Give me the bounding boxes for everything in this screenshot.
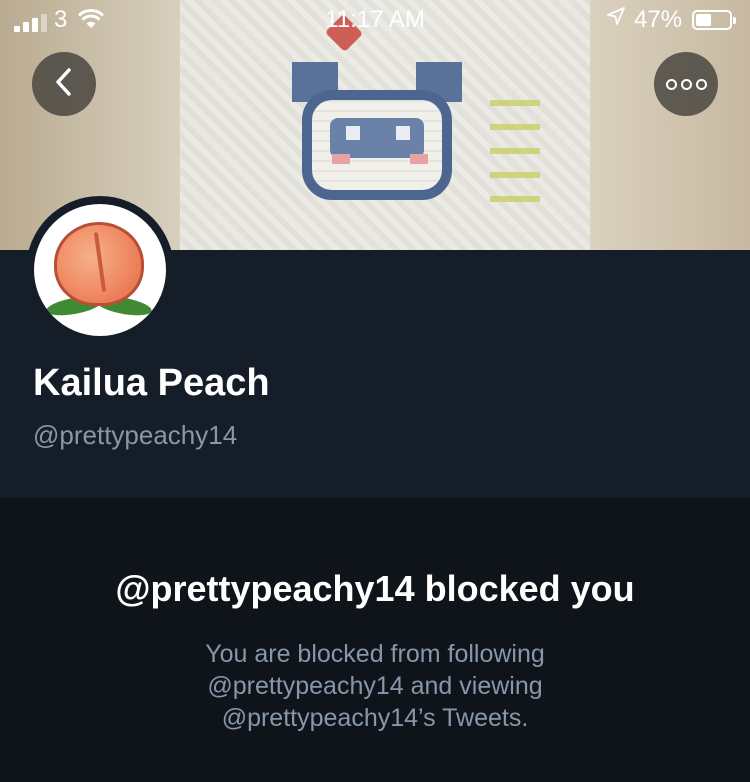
blocked-description-line: @prettypeachy14 and viewing	[207, 672, 543, 700]
status-bar: 3 11:17 AM 47%	[0, 0, 750, 40]
chevron-left-icon	[53, 67, 75, 102]
blocked-description-line: @prettypeachy14’s Tweets.	[221, 704, 529, 732]
more-horizontal-icon	[665, 78, 707, 90]
back-button[interactable]	[32, 52, 96, 116]
battery-icon	[692, 10, 736, 30]
banner-stitches	[490, 100, 540, 210]
blocked-notice: @prettypeachy14 blocked you You are bloc…	[0, 498, 750, 782]
avatar[interactable]	[26, 196, 174, 344]
battery-percent: 47%	[634, 6, 683, 33]
profile-handle: @prettypeachy14	[33, 420, 238, 450]
peach-avatar-image	[34, 204, 166, 336]
blocked-title: @prettypeachy14 blocked you	[115, 568, 635, 609]
blocked-description-line: You are blocked from following	[205, 640, 545, 668]
location-arrow-icon	[606, 6, 626, 32]
profile-display-name: Kailua Peach	[33, 362, 270, 404]
blocked-description: You are blocked from following @prettype…	[140, 638, 610, 734]
pixel-art-creature	[292, 62, 462, 212]
more-options-button[interactable]	[654, 52, 718, 116]
